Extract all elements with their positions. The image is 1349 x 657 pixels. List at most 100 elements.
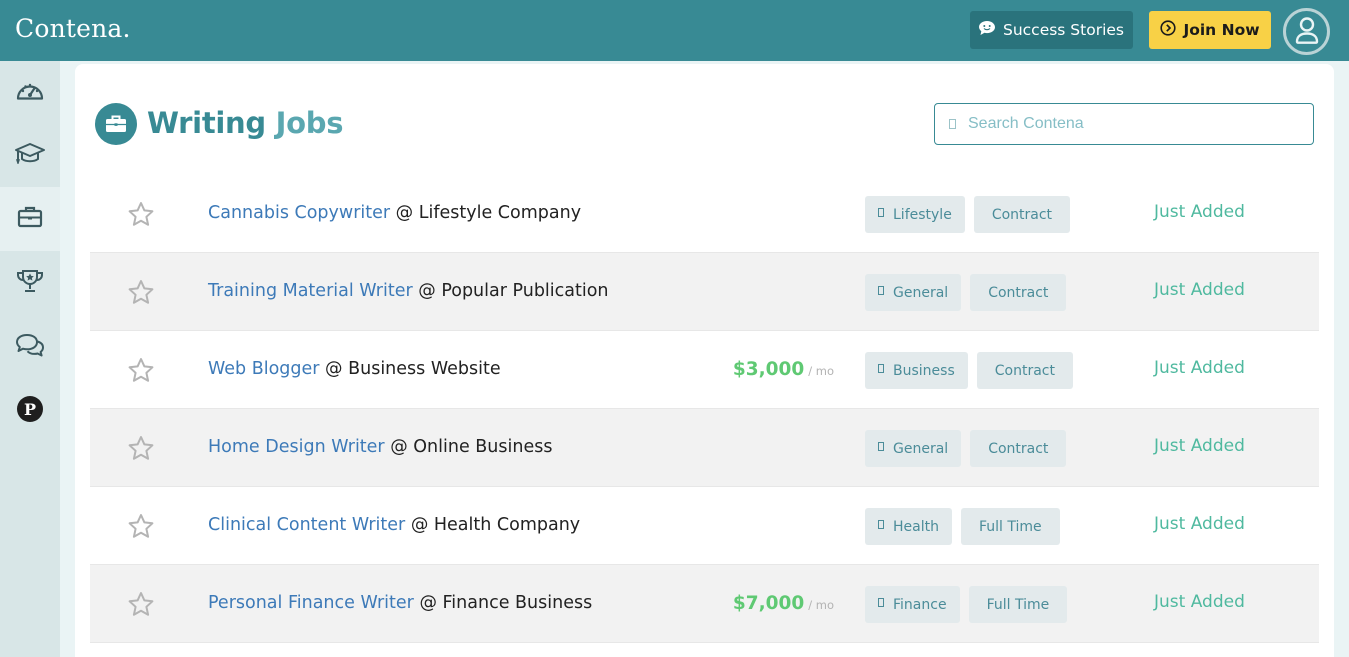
category-tag[interactable]: Health: [865, 508, 952, 545]
category-label: Health: [893, 518, 939, 535]
success-stories-button[interactable]: Success Stories: [970, 11, 1133, 49]
briefcase-icon: [17, 206, 43, 232]
tag-icon: [878, 286, 884, 295]
top-navbar: Contena. Success Stories Join Now: [0, 0, 1349, 61]
job-heading: Training Material Writer @ Popular Publi…: [208, 281, 609, 301]
search-icon: [949, 119, 956, 129]
tag-icon: [878, 598, 884, 607]
join-now-label: Join Now: [1183, 21, 1260, 39]
job-type-label: Full Time: [986, 596, 1050, 613]
job-heading: Personal Finance Writer @ Finance Busine…: [208, 593, 592, 613]
job-title-link[interactable]: Web Blogger: [208, 359, 319, 379]
star-favorite-icon[interactable]: [127, 591, 155, 617]
sidebar-item-rewards[interactable]: [0, 251, 60, 315]
category-tag[interactable]: Finance: [865, 586, 960, 623]
job-tags: Finance Full Time: [865, 586, 1068, 623]
sidebar-item-academy[interactable]: [0, 123, 60, 187]
sidebar-item-portfolio[interactable]: P: [0, 379, 60, 443]
sidebar-item-dashboard[interactable]: [0, 61, 60, 123]
job-status: Just Added: [1154, 592, 1245, 612]
job-heading: Cannabis Copywriter @ Lifestyle Company: [208, 203, 581, 223]
salary-period: / mo: [808, 598, 834, 612]
salary-amount: $7,000: [732, 593, 805, 614]
trophy-icon: [16, 269, 44, 297]
sidebar-item-community[interactable]: [0, 315, 60, 379]
job-heading: Clinical Content Writer @ Health Company: [208, 515, 580, 535]
job-type-tag[interactable]: Full Time: [960, 508, 1060, 545]
job-salary: $3,000/ mo: [733, 359, 834, 380]
salary-period: / mo: [808, 364, 834, 378]
job-title-link[interactable]: Personal Finance Writer: [208, 593, 414, 613]
job-type-label: Contract: [988, 284, 1049, 301]
job-status: Just Added: [1154, 202, 1245, 222]
job-title-link[interactable]: Home Design Writer: [208, 437, 385, 457]
job-list: Cannabis Copywriter @ Lifestyle Company …: [90, 175, 1319, 643]
job-title-link[interactable]: Cannabis Copywriter: [208, 203, 390, 223]
job-row: Personal Finance Writer @ Finance Busine…: [90, 565, 1319, 643]
job-type-tag[interactable]: Contract: [976, 352, 1073, 389]
circle-chevron-right-icon: [1160, 20, 1177, 40]
page-title: Writing Jobs: [147, 106, 343, 140]
category-tag[interactable]: Lifestyle: [865, 196, 965, 233]
page-title-accent: Jobs: [275, 106, 344, 140]
search-box[interactable]: [934, 103, 1314, 145]
star-favorite-icon[interactable]: [127, 513, 155, 539]
job-row: Cannabis Copywriter @ Lifestyle Company …: [90, 175, 1319, 253]
category-tag[interactable]: General: [865, 274, 962, 311]
search-input[interactable]: [968, 115, 1288, 133]
job-heading: Web Blogger @ Business Website: [208, 359, 501, 379]
job-type-tag[interactable]: Contract: [970, 430, 1067, 467]
job-type-tag[interactable]: Full Time: [968, 586, 1068, 623]
job-title-link[interactable]: Clinical Content Writer: [208, 515, 405, 535]
job-tags: Business Contract: [865, 352, 1073, 389]
tag-icon: [878, 442, 884, 451]
job-tags: General Contract: [865, 430, 1067, 467]
job-company: @ Online Business: [390, 437, 553, 457]
job-salary: $7,000/ mo: [733, 593, 834, 614]
job-tags: Lifestyle Contract: [865, 196, 1071, 233]
job-type-tag[interactable]: Contract: [973, 196, 1071, 233]
job-company: @ Lifestyle Company: [395, 203, 582, 223]
sidebar-item-jobs[interactable]: [0, 187, 60, 251]
star-favorite-icon[interactable]: [127, 357, 155, 383]
category-tag[interactable]: General: [865, 430, 962, 467]
category-label: Business: [893, 362, 955, 379]
job-title-link[interactable]: Training Material Writer: [208, 281, 413, 301]
category-tag[interactable]: Business: [865, 352, 968, 389]
salary-amount: $3,000: [732, 359, 805, 380]
tag-icon: [878, 208, 884, 217]
job-status: Just Added: [1154, 358, 1245, 378]
category-label: Finance: [893, 596, 947, 613]
join-now-button[interactable]: Join Now: [1149, 11, 1271, 49]
category-label: Lifestyle: [893, 206, 952, 223]
briefcase-title-icon: [95, 103, 137, 145]
job-heading: Home Design Writer @ Online Business: [208, 437, 552, 457]
job-type-label: Contract: [994, 362, 1055, 379]
job-type-label: Contract: [988, 440, 1049, 457]
p-badge-icon: P: [17, 396, 43, 426]
job-row: Training Material Writer @ Popular Publi…: [90, 253, 1319, 331]
star-favorite-icon[interactable]: [127, 435, 155, 461]
star-favorite-icon[interactable]: [127, 279, 155, 305]
job-status: Just Added: [1154, 514, 1245, 534]
chat-smile-icon: [978, 21, 995, 39]
user-avatar-button[interactable]: [1283, 8, 1330, 55]
job-row: Home Design Writer @ Online Business Gen…: [90, 409, 1319, 487]
job-type-tag[interactable]: Contract: [970, 274, 1067, 311]
job-row: Web Blogger @ Business Website $3,000/ m…: [90, 331, 1319, 409]
main-content-card: Writing Jobs Cannabis Copywriter @ Lifes…: [75, 64, 1334, 657]
sidebar: P: [0, 61, 60, 657]
job-type-label: Full Time: [978, 518, 1042, 535]
job-company: @ Health Company: [410, 515, 581, 535]
svg-text:P: P: [24, 400, 36, 419]
star-favorite-icon[interactable]: [127, 201, 155, 227]
chat-bubbles-icon: [15, 333, 45, 361]
job-company: @ Business Website: [325, 359, 501, 379]
tag-icon: [878, 364, 884, 373]
contena-logo[interactable]: Contena.: [15, 14, 131, 43]
job-status: Just Added: [1154, 280, 1245, 300]
job-row: Clinical Content Writer @ Health Company…: [90, 487, 1319, 565]
category-label: General: [893, 440, 949, 457]
speedometer-icon: [16, 79, 44, 105]
job-type-label: Contract: [991, 206, 1053, 223]
